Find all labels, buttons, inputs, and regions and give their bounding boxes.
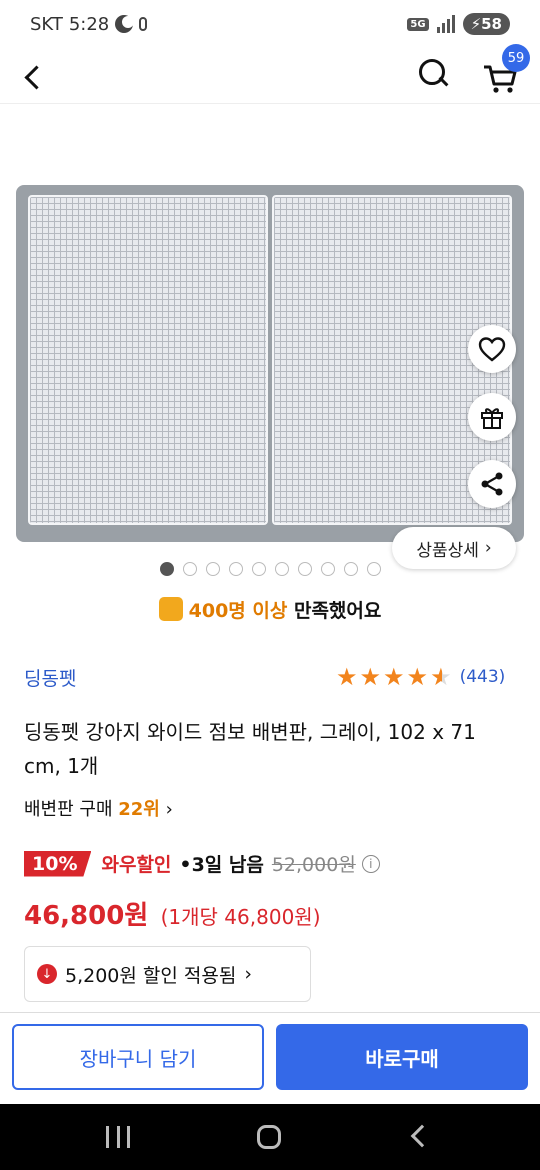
share-icon <box>481 472 503 496</box>
carousel-dot[interactable] <box>229 562 243 576</box>
star-icon: ★ <box>359 663 382 691</box>
down-arrow-icon: ↓ <box>37 964 57 984</box>
half-star-icon: ★ <box>430 663 452 691</box>
status-bar: SKT 5:28 5G ⚡58 <box>0 0 540 48</box>
product-title: 딩동펫 강아지 와이드 점보 배변판, 그레이, 102 x 71 cm, 1개 <box>24 720 476 778</box>
original-price: 52,000원 <box>271 854 356 876</box>
gift-icon <box>481 408 503 429</box>
system-navigation-bar <box>0 1104 540 1170</box>
notification-icon <box>139 17 148 31</box>
tray-grid <box>28 195 512 525</box>
star-icon: ★ <box>383 663 405 691</box>
recent-apps-icon[interactable] <box>106 1126 130 1148</box>
brand-link[interactable]: 딩동펫 <box>24 664 76 691</box>
search-icon[interactable] <box>416 56 452 92</box>
satisfaction-suffix: 만족했어요 <box>287 600 382 622</box>
carrier-label: SKT <box>30 13 63 35</box>
discount-badge: 10% <box>24 850 92 877</box>
share-button[interactable] <box>468 460 516 508</box>
days-left: •3일 남음 <box>179 854 264 876</box>
carousel-indicator <box>160 562 381 576</box>
rank-prefix: 배변판 구매 <box>24 799 119 820</box>
sale-price: 46,800원 <box>24 901 149 931</box>
gift-button[interactable] <box>468 393 516 441</box>
satisfaction-count: 400명 이상 <box>188 600 288 622</box>
clock: 5:28 <box>68 13 110 35</box>
carousel-dot[interactable] <box>160 562 174 576</box>
chevron-right-icon: › <box>159 799 173 820</box>
carousel-dot[interactable] <box>252 562 266 576</box>
network-type: 5G <box>407 17 429 31</box>
thumbs-up-icon <box>158 597 183 621</box>
rating[interactable]: ★ ★ ★ ★ ★ (443) <box>336 665 505 689</box>
add-to-cart-button[interactable]: 장바구니 담기 <box>12 1024 264 1090</box>
chevron-right-icon: › <box>484 538 492 558</box>
product-detail-button[interactable]: 상품상세 › <box>392 527 516 569</box>
carousel-dot[interactable] <box>298 562 312 576</box>
discount-row: 10% 와우할인 •3일 남음 52,000원 i <box>24 850 380 877</box>
status-bar-right: 5G ⚡58 <box>407 13 510 35</box>
carousel-dot[interactable] <box>344 562 358 576</box>
back-icon[interactable] <box>20 58 50 94</box>
rank-value: 22위 <box>118 799 160 820</box>
satisfaction-banner: 400명 이상 만족했어요 <box>0 596 540 623</box>
carousel-dot[interactable] <box>206 562 220 576</box>
do-not-disturb-icon <box>115 15 135 33</box>
carousel-dot[interactable] <box>275 562 289 576</box>
system-back-icon[interactable] <box>410 1124 434 1148</box>
coupon-button[interactable]: ↓ 5,200원 할인 적용됨 › <box>24 946 311 1002</box>
bottom-action-bar: 장바구니 담기 바로구매 <box>0 1012 540 1104</box>
product-detail-label: 상품상세 <box>416 540 479 561</box>
unit-price: (1개당 46,800원) <box>160 905 321 929</box>
home-icon[interactable] <box>257 1125 281 1149</box>
review-count[interactable]: (443) <box>460 667 506 687</box>
top-app-bar: 59 <box>0 44 540 104</box>
coupon-text: 5,200원 할인 적용됨 <box>65 964 237 987</box>
cart-button[interactable]: 59 <box>482 44 530 96</box>
star-icon: ★ <box>406 663 429 691</box>
days-left-text: 3일 남음 <box>191 854 264 876</box>
star-icon: ★ <box>336 663 358 691</box>
product-image[interactable] <box>16 185 524 542</box>
signal-icon <box>436 15 455 33</box>
carousel-dot[interactable] <box>321 562 335 576</box>
wishlist-button[interactable] <box>468 325 516 373</box>
chevron-right-icon: › <box>244 963 252 985</box>
carousel-dot[interactable] <box>367 562 381 576</box>
battery-level: 58 <box>481 15 502 33</box>
heart-icon <box>478 337 506 362</box>
buy-now-button[interactable]: 바로구매 <box>276 1024 528 1090</box>
cart-count-badge: 59 <box>502 44 530 72</box>
info-icon[interactable]: i <box>361 854 380 873</box>
wow-discount-label: 와우할인 <box>101 854 172 876</box>
status-bar-left: SKT 5:28 <box>30 13 148 35</box>
tray-panel-left <box>28 195 268 525</box>
battery-icon: ⚡58 <box>462 13 510 35</box>
price-row: 46,800원 (1개당 46,800원) <box>24 895 321 932</box>
category-rank[interactable]: 배변판 구매 22위 › <box>24 795 173 821</box>
carousel-dot[interactable] <box>183 562 197 576</box>
